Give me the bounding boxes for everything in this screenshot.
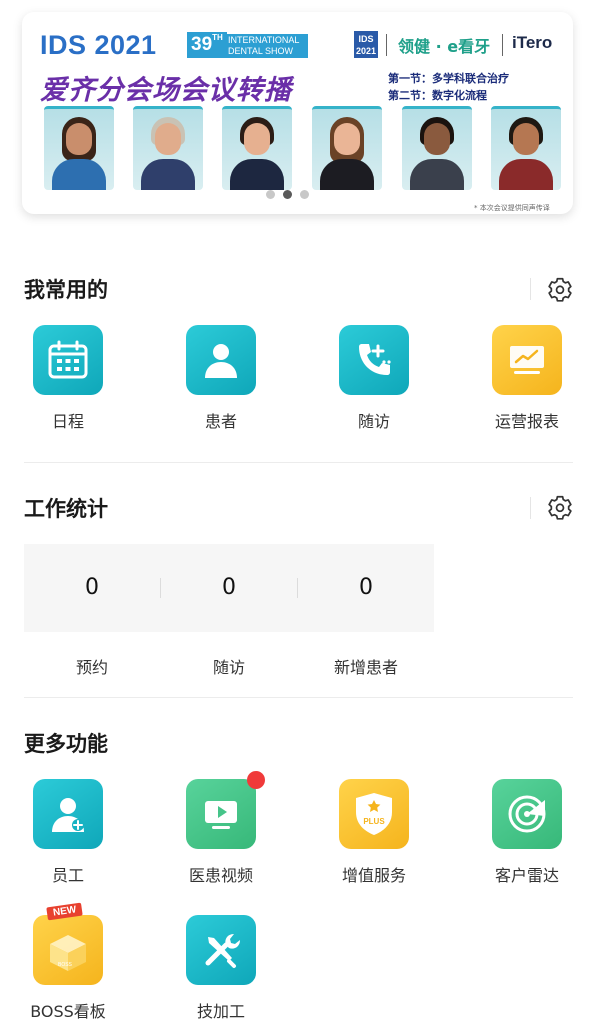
more-value-added-service[interactable]: PLUS 增值服务: [314, 779, 434, 886]
video-icon: [186, 771, 265, 849]
favorite-follow-up[interactable]: 随访: [314, 325, 434, 432]
radar-icon: [492, 779, 562, 849]
carousel-dot[interactable]: [266, 190, 275, 199]
stat-value: 0: [359, 575, 373, 600]
banner-carousel[interactable]: IDS 2021 39TH INTERNATIONAL DENTAL SHOW …: [22, 12, 573, 214]
more-label: 增值服务: [341, 866, 406, 885]
favorite-label: 随访: [357, 412, 390, 431]
plus-shield-icon: PLUS: [339, 779, 409, 849]
more-label: 客户雷达: [494, 866, 559, 885]
banner-session-2: 第二节：数字化流程: [388, 89, 487, 102]
speaker-photo: [222, 106, 292, 190]
stats-panel: 0 0 0: [24, 544, 434, 632]
header-separator: [530, 497, 531, 519]
speaker-photos: [44, 106, 573, 190]
stats-title: 工作统计: [24, 497, 108, 521]
calendar-icon: [33, 325, 103, 395]
notification-dot: [247, 771, 265, 789]
svg-text:BOSS: BOSS: [58, 962, 73, 968]
more-title: 更多功能: [24, 732, 108, 756]
more-label: 医患视频: [188, 866, 253, 885]
banner-footnote: * 本次会议提供同声传译: [474, 204, 550, 212]
speaker-photo: [44, 106, 114, 190]
stat-label: 预约: [75, 658, 108, 677]
ids-logo: IDS 2021: [354, 31, 378, 58]
banner-separator: [386, 34, 387, 56]
stat-label: 新增患者: [333, 658, 398, 677]
favorite-reports[interactable]: 运营报表: [467, 325, 587, 432]
itero-logo: iTero: [512, 33, 553, 52]
carousel-indicator[interactable]: [266, 184, 317, 203]
new-badge: NEW: [46, 902, 84, 921]
banner-show-name: INTERNATIONAL DENTAL SHOW: [224, 34, 308, 58]
more-boss-dashboard[interactable]: BOSS NEW BOSS看板: [8, 902, 128, 1022]
banner-session-1: 第一节：多学科联合治疗: [388, 72, 509, 85]
stat-appointments[interactable]: 0: [24, 544, 160, 632]
favorite-label: 日程: [51, 412, 84, 431]
stat-label: 随访: [212, 658, 245, 677]
speaker-photo: [402, 106, 472, 190]
more-video[interactable]: 医患视频: [161, 771, 281, 886]
stat-value: 0: [222, 575, 236, 600]
more-label: 员工: [51, 866, 84, 885]
favorite-patients[interactable]: 患者: [161, 325, 281, 432]
header-separator: [530, 278, 531, 300]
stat-value: 0: [85, 575, 99, 600]
tools-icon: [186, 915, 256, 985]
stat-new-patients[interactable]: 0: [298, 544, 434, 632]
staff-icon: [33, 779, 103, 849]
gear-icon[interactable]: [547, 276, 573, 302]
banner-headline: 爱齐分会场会议转播: [40, 75, 292, 106]
gear-icon[interactable]: [547, 494, 573, 520]
speaker-photo: [491, 106, 561, 190]
favorites-title: 我常用的: [24, 278, 108, 302]
speaker-photo: [312, 106, 382, 190]
favorite-schedule[interactable]: 日程: [8, 325, 128, 432]
stat-follow-ups[interactable]: 0: [161, 544, 297, 632]
carousel-dot[interactable]: [300, 190, 309, 199]
more-lab-processing[interactable]: 技加工: [161, 915, 281, 1022]
carousel-dot-active[interactable]: [283, 190, 292, 199]
follow-up-call-icon: [339, 325, 409, 395]
more-label: BOSS看板: [30, 1002, 106, 1021]
boss-box-icon: BOSS NEW: [33, 902, 103, 985]
banner-ids-title: IDS 2021: [40, 30, 157, 60]
section-divider: [24, 462, 573, 463]
svg-text:PLUS: PLUS: [363, 817, 385, 826]
speaker-photo: [133, 106, 203, 190]
more-customer-radar[interactable]: 客户雷达: [467, 779, 587, 886]
section-divider: [24, 697, 573, 698]
more-staff[interactable]: 员工: [8, 779, 128, 886]
banner-edition: 39TH: [187, 32, 227, 58]
favorite-label: 运营报表: [494, 412, 559, 431]
report-chart-icon: [492, 325, 562, 395]
patient-icon: [186, 325, 256, 395]
banner-brand-logo: 领健 · e看牙: [398, 37, 491, 56]
banner-separator: [502, 34, 503, 56]
more-label: 技加工: [196, 1002, 245, 1021]
favorite-label: 患者: [204, 412, 237, 431]
